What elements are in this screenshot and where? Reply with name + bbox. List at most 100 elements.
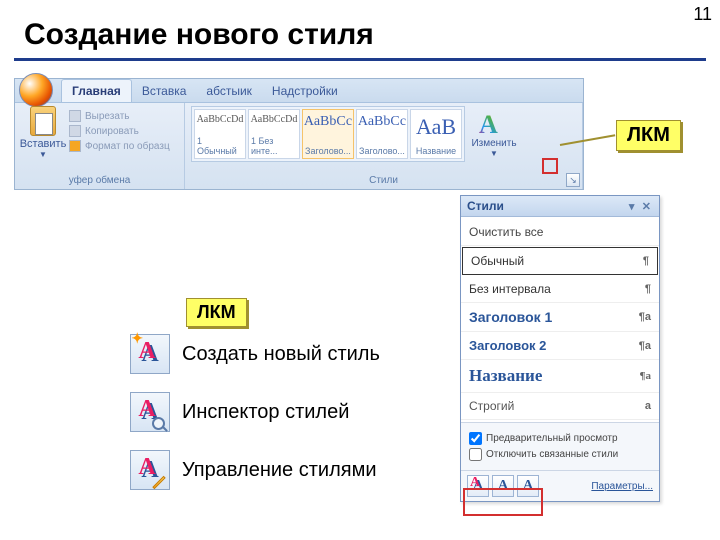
tab-insert[interactable]: Вставка [132, 80, 197, 102]
style-item-label: Без интервала [469, 282, 551, 296]
style-item-strict[interactable]: Строгий a [461, 393, 659, 420]
explain-inspector-text: Инспектор стилей [182, 401, 349, 424]
style-thumb-normal[interactable]: АаВbСсDd 1 Обычный [194, 109, 246, 159]
style-thumb-title[interactable]: АаВ Название [410, 109, 462, 159]
styles-pane: Стили ▾ ✕ Очистить все Обычный¶ Без инте… [460, 195, 660, 502]
style-item-heading2[interactable]: Заголовок 2 ¶a [461, 332, 659, 360]
tab-other[interactable]: абстыик [196, 80, 262, 102]
style-sample: АаВbСс [304, 114, 352, 130]
change-styles-icon: A [479, 110, 509, 136]
clear-all-item[interactable]: Очистить все [461, 219, 659, 246]
explain-manage: AA Управление стилями [130, 450, 430, 490]
style-name: 1 Без инте... [251, 136, 297, 156]
scissors-icon [69, 110, 81, 122]
styles-group-label: Стили [191, 175, 576, 188]
format-painter-button[interactable]: Формат по образц [69, 140, 170, 152]
callout-lkm-1: ЛКМ [616, 120, 681, 151]
ribbon: Главная Вставка абстыик Надстройки Встав… [14, 78, 584, 190]
close-icon[interactable]: ✕ [640, 201, 653, 213]
copy-button[interactable]: Копировать [69, 125, 170, 137]
inspector-large-icon: AA [130, 392, 170, 432]
paragraph-mark-icon: ¶ [643, 255, 649, 267]
title-underline [14, 58, 706, 61]
style-item-label: Название [469, 366, 542, 386]
style-name: Заголово... [359, 146, 405, 156]
preview-checkbox[interactable]: Предварительный просмотр [469, 432, 651, 445]
style-item-title[interactable]: Название ¶a [461, 360, 659, 393]
options-link[interactable]: Параметры... [591, 481, 653, 492]
copy-icon [69, 125, 81, 137]
slide-number: 11 [693, 4, 712, 25]
style-name: Заголово... [305, 146, 351, 156]
callout-lkm-2: ЛКМ [186, 298, 247, 327]
char-mark-icon: a [645, 400, 651, 412]
style-thumb-heading2[interactable]: АаВbСс Заголово... [356, 109, 408, 159]
style-item-label: Строгий [469, 399, 514, 413]
explain-new-style: AA✦ Создать новый стиль [130, 334, 430, 374]
styles-pane-title: Стили [467, 199, 504, 213]
style-sample: АаВbСс [358, 114, 406, 130]
manage-large-icon: AA [130, 450, 170, 490]
manage-icon: A [523, 478, 533, 494]
style-item-nospace[interactable]: Без интервала ¶ [461, 276, 659, 303]
linked-mark-icon: ¶a [639, 340, 651, 352]
explain-manage-text: Управление стилями [182, 459, 377, 482]
tab-addins[interactable]: Надстройки [262, 80, 348, 102]
clip-commands: Вырезать Копировать Формат по образц [69, 106, 170, 159]
style-item-normal[interactable]: Обычный¶ [462, 247, 658, 275]
linked-mark-icon: ¶a [640, 370, 651, 382]
new-style-icon: AA [473, 478, 483, 494]
office-button[interactable] [19, 73, 53, 107]
styles-group: АаВbСсDd1 Обычный АаВbСсDd1 Без инте... … [185, 103, 583, 189]
clipboard-group: Вставить ▼ Вырезать Копировать Формат по… [15, 103, 185, 189]
pane-dropdown-icon[interactable]: ▾ [627, 201, 637, 213]
style-name: Название [416, 146, 456, 156]
clear-all-label: Очистить все [469, 225, 543, 239]
slide-title: Создание нового стиля [0, 0, 720, 58]
chevron-down-icon: ▼ [490, 149, 498, 158]
preview-checkbox-input[interactable] [469, 432, 482, 445]
paragraph-mark-icon: ¶ [645, 283, 651, 295]
clipboard-group-label: уфер обмена [21, 175, 178, 188]
style-name: 1 Обычный [197, 136, 243, 156]
linked-mark-icon: ¶a [639, 311, 651, 323]
disable-linked-checkbox[interactable]: Отключить связанные стили [469, 448, 651, 461]
styles-pane-footer: AA A A Параметры... [461, 470, 659, 501]
cut-label: Вырезать [85, 111, 129, 122]
style-item-heading1[interactable]: Заголовок 1 ¶a [461, 303, 659, 332]
copy-label: Копировать [85, 126, 139, 137]
chevron-down-icon: ▼ [39, 150, 47, 159]
styles-pane-header[interactable]: Стили ▾ ✕ [461, 196, 659, 217]
style-sample: АаВ [416, 114, 456, 140]
style-item-label: Заголовок 1 [469, 309, 552, 325]
styles-gallery[interactable]: АаВbСсDd1 Обычный АаВbСсDd1 Без инте... … [191, 106, 465, 162]
style-sample: АаВbСсDd [251, 114, 298, 125]
change-styles-button[interactable]: A Изменить ▼ [469, 106, 519, 162]
paste-button[interactable]: Вставить ▼ [21, 106, 65, 159]
ribbon-tabs: Главная Вставка абстыик Надстройки [15, 79, 583, 103]
ribbon-body: Вставить ▼ Вырезать Копировать Формат по… [15, 103, 583, 189]
disable-linked-label: Отключить связанные стили [486, 449, 618, 460]
manage-styles-button[interactable]: A [517, 475, 539, 497]
change-styles-label: Изменить [471, 138, 516, 149]
format-painter-label: Формат по образц [85, 141, 170, 152]
styles-pane-options: Предварительный просмотр Отключить связа… [461, 422, 659, 470]
style-item-label: Заголовок 2 [469, 338, 546, 353]
style-thumb-nospace[interactable]: АаВbСсDd 1 Без инте... [248, 109, 300, 159]
paste-label: Вставить [20, 138, 67, 150]
style-sample: АаВbСсDd [197, 114, 244, 125]
cut-button[interactable]: Вырезать [69, 110, 170, 122]
explain-new-style-text: Создать новый стиль [182, 343, 380, 366]
brush-icon [69, 140, 81, 152]
new-style-button[interactable]: AA [467, 475, 489, 497]
icon-explanations: AA✦ Создать новый стиль AA Инспектор сти… [130, 334, 430, 508]
disable-linked-checkbox-input[interactable] [469, 448, 482, 461]
style-thumb-heading1[interactable]: АаВbСс Заголово... [302, 109, 354, 159]
tab-home[interactable]: Главная [61, 79, 132, 102]
explain-inspector: AA Инспектор стилей [130, 392, 430, 432]
new-style-large-icon: AA✦ [130, 334, 170, 374]
style-inspector-button[interactable]: A [492, 475, 514, 497]
preview-label: Предварительный просмотр [486, 433, 618, 444]
styles-dialog-launcher[interactable]: ↘ [566, 173, 580, 187]
inspector-icon: A [498, 478, 508, 494]
